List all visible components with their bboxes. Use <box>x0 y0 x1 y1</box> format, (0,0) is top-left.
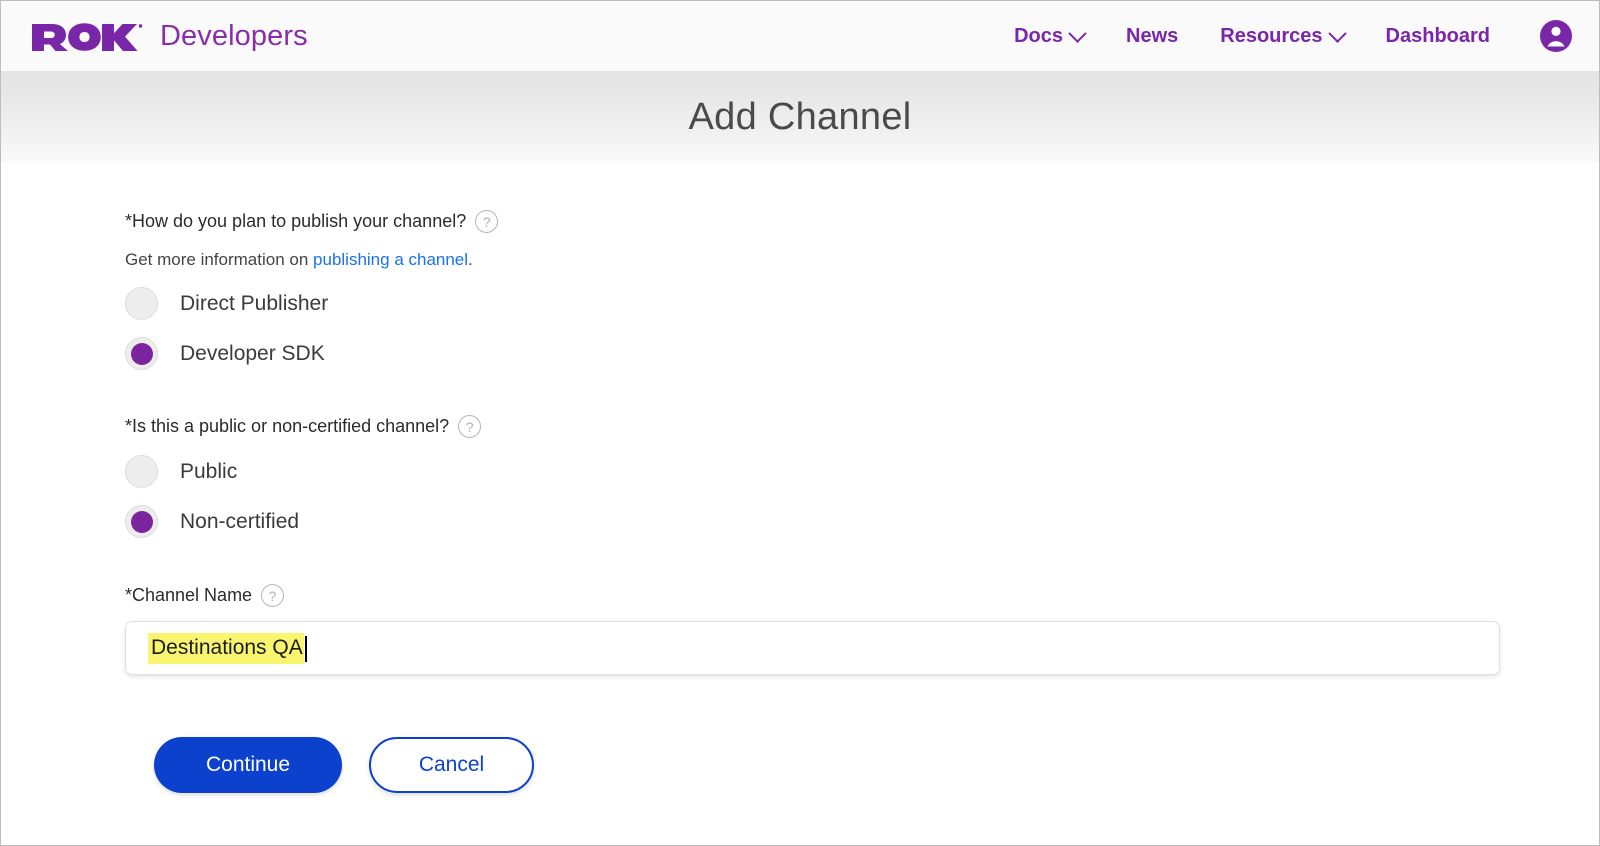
cancel-button[interactable]: Cancel <box>369 737 534 793</box>
nav-item-label: Dashboard <box>1385 24 1490 47</box>
radio-button-unselected-icon[interactable] <box>125 455 158 488</box>
continue-button[interactable]: Continue <box>154 737 342 793</box>
radio-option-non-certified[interactable]: Non-certified <box>125 505 299 538</box>
account-circle-icon[interactable] <box>1539 19 1573 53</box>
radio-option-label: Developer SDK <box>180 341 325 365</box>
nav-item-resources[interactable]: Resources <box>1199 23 1364 48</box>
account-avatar-glyph <box>1540 20 1572 52</box>
radio-option-developer-sdk[interactable]: Developer SDK <box>125 337 325 370</box>
help-icon[interactable]: ? <box>261 584 285 607</box>
channel-name-input-value: Destinations QA <box>148 632 304 664</box>
site-header: Developers Docs News Resources Dashboard <box>1 1 1599 72</box>
text-cursor <box>304 636 307 662</box>
page-title: Add Channel <box>688 96 912 138</box>
radio-option-label: Non-certified <box>180 509 300 533</box>
radio-option-label: Public <box>180 459 238 483</box>
nav-item-label: Resources <box>1220 24 1323 47</box>
publish-method-radio-group: Direct Publisher Developer SDK <box>125 287 1599 370</box>
certification-question-text: *Is this a public or non-certified chann… <box>125 415 450 436</box>
subtext-prefix: Get more information on <box>125 250 314 269</box>
radio-button-unselected-icon[interactable] <box>125 287 158 320</box>
certification-question-label: *Is this a public or non-certified chann… <box>125 415 1599 438</box>
help-icon[interactable]: ? <box>475 210 499 233</box>
channel-name-label-text: *Channel Name <box>125 584 253 605</box>
nav-item-news[interactable]: News <box>1105 25 1199 48</box>
subtext-suffix: . <box>468 250 473 269</box>
nav-item-docs[interactable]: Docs <box>993 23 1105 48</box>
roku-logo <box>32 23 143 51</box>
nav-item-label: Docs <box>1014 24 1063 47</box>
certification-radio-group: Public Non-certified <box>125 455 1599 538</box>
channel-name-label: *Channel Name ? <box>125 584 1599 607</box>
radio-option-public[interactable]: Public <box>125 455 237 488</box>
brand-word: Developers <box>160 19 308 52</box>
page-title-banner: Add Channel <box>1 72 1599 163</box>
publish-question-text: *How do you plan to publish your channel… <box>125 210 467 231</box>
radio-button-selected-icon[interactable] <box>125 337 158 370</box>
channel-name-input[interactable]: Destinations QA <box>125 621 1500 675</box>
chevron-down-icon <box>1068 23 1087 43</box>
nav-item-label: News <box>1126 24 1179 47</box>
help-icon[interactable]: ? <box>458 415 482 438</box>
publish-question-label: *How do you plan to publish your channel… <box>125 210 1599 233</box>
radio-option-label: Direct Publisher <box>180 291 329 315</box>
publishing-a-channel-link[interactable]: publishing a channel <box>313 250 468 269</box>
nav-item-dashboard[interactable]: Dashboard <box>1365 25 1511 48</box>
radio-button-selected-icon[interactable] <box>125 505 158 538</box>
add-channel-page: Developers Docs News Resources Dashboard <box>0 0 1600 846</box>
radio-option-direct-publisher[interactable]: Direct Publisher <box>125 287 328 320</box>
brand-lockup[interactable]: Developers <box>30 21 308 51</box>
publish-question-subtext: Get more information on publishing a cha… <box>125 250 1599 270</box>
form-actions: Continue Cancel <box>154 737 1599 793</box>
primary-nav: Docs News Resources Dashboard <box>993 19 1599 53</box>
chevron-down-icon <box>1327 23 1347 43</box>
add-channel-form: *How do you plan to publish your channel… <box>1 163 1599 793</box>
